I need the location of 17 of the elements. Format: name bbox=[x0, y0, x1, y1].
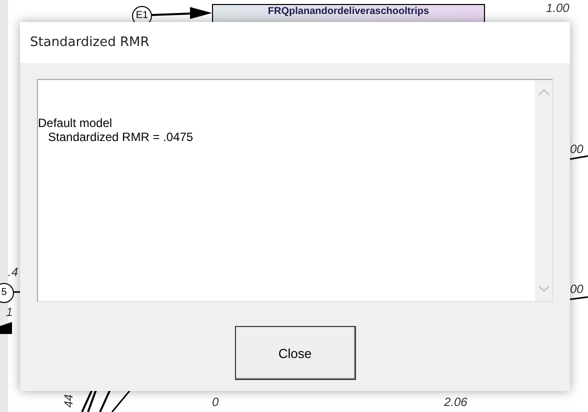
output-line: Standardized RMR = .0475 bbox=[47, 130, 194, 144]
path-coefficient: 1.00 bbox=[546, 1, 570, 15]
path-coefficient: 00 bbox=[570, 142, 584, 156]
error-variable-node: 5 bbox=[0, 283, 14, 303]
path-coefficient: 0 bbox=[212, 395, 219, 409]
path-coefficient: 2.06 bbox=[444, 395, 468, 409]
close-button[interactable]: Close bbox=[234, 326, 356, 380]
output-line: Default model bbox=[38, 116, 114, 130]
scroll-up-icon[interactable] bbox=[538, 88, 550, 96]
path-coefficient: 00 bbox=[570, 282, 584, 296]
path-coefficient: 1 bbox=[6, 305, 13, 319]
window-title: Standardized RMR bbox=[30, 35, 150, 50]
path-coefficient: 44 bbox=[62, 394, 76, 408]
scrollbar[interactable] bbox=[535, 80, 552, 301]
path-coefficient: .4 bbox=[8, 265, 18, 279]
output-text-area[interactable]: Default model Standardized RMR = .0475 bbox=[37, 79, 553, 302]
scroll-down-icon[interactable] bbox=[538, 285, 550, 293]
